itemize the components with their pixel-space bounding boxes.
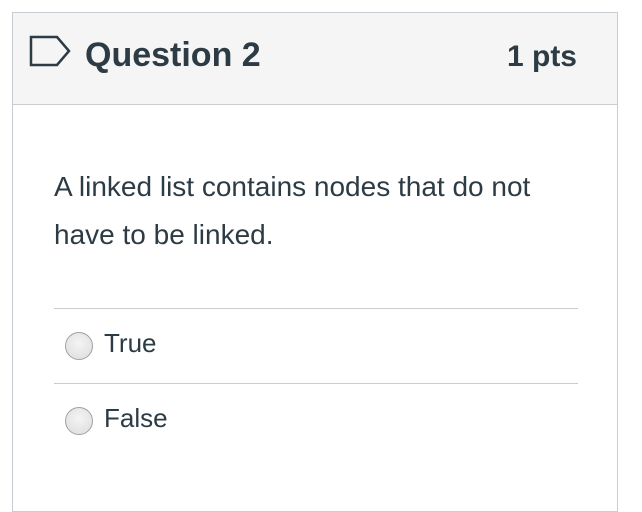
- question-header: Question 2 1 pts: [13, 13, 617, 105]
- flag-question-icon[interactable]: [29, 35, 71, 67]
- answer-option-true[interactable]: True: [54, 308, 578, 383]
- answer-label-false: False: [104, 403, 168, 433]
- radio-button-true[interactable]: [65, 332, 93, 360]
- answer-list: True False: [54, 308, 578, 458]
- answer-option-false[interactable]: False: [54, 383, 578, 458]
- question-points: 1 pts: [506, 40, 577, 73]
- question-title: Question 2: [85, 36, 261, 74]
- answer-label-true: True: [104, 328, 157, 358]
- radio-button-false[interactable]: [65, 407, 93, 435]
- question-text: A linked list contains nodes that do not…: [54, 171, 531, 250]
- question-card: Question 2 1 pts A linked list contains …: [12, 12, 618, 512]
